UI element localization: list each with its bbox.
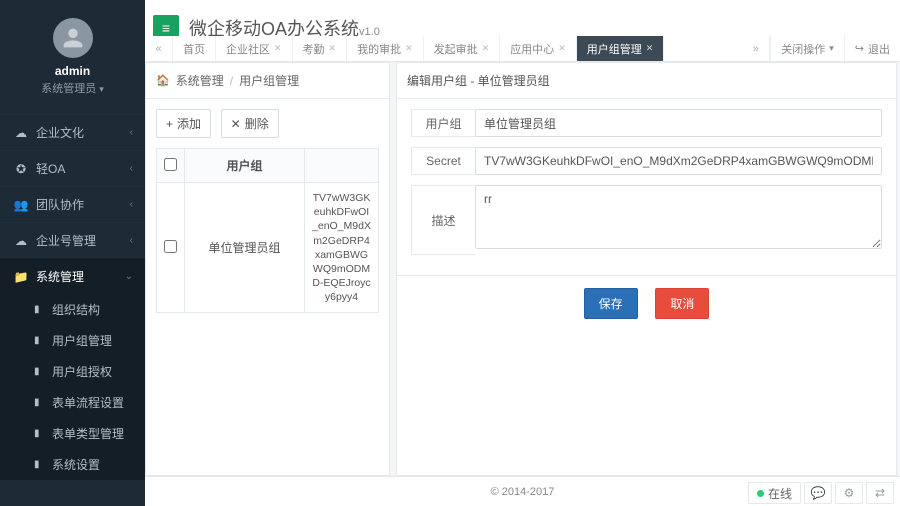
tab-my-approval[interactable]: 我的审批✕ (347, 36, 424, 61)
user-name: admin (0, 64, 145, 78)
chat-button[interactable]: 💬 (804, 482, 832, 504)
tabs-scroll-left[interactable]: « (145, 36, 173, 61)
plus-icon: + (166, 117, 173, 131)
breadcrumb-page: 用户组管理 (239, 72, 299, 89)
close-ops-dropdown[interactable]: 关闭操作▾ (770, 36, 844, 61)
sidebar-subnav: ▮组织结构 ▮用户组管理 ▮用户组授权 ▮表单流程设置 ▮表单类型管理 ▮系统设… (0, 294, 145, 480)
cancel-button[interactable]: 取消 (655, 288, 709, 319)
subnav-org[interactable]: ▮组织结构 (0, 294, 145, 325)
chat-icon: 💬 (811, 486, 826, 500)
close-icon[interactable]: ✕ (558, 43, 566, 54)
desc-textarea[interactable] (475, 185, 882, 249)
cell-secret: TV7wW3GKeuhkDFwOI_enO_M9dXm2GeDRP4xamGBW… (305, 183, 379, 313)
online-status-button[interactable]: 在线 (748, 482, 801, 504)
folder-icon: 📁 (14, 270, 28, 284)
sidebar-item-system[interactable]: 📁 系统管理 ⌄ (0, 258, 145, 294)
sidebar-item-lightoa[interactable]: ✪ 轻OA ‹ (0, 150, 145, 186)
subnav-usergroup-auth[interactable]: ▮用户组授权 (0, 356, 145, 387)
swap-button[interactable]: ⇄ (866, 482, 894, 504)
file-icon: ▮ (34, 459, 46, 470)
subnav-form-type[interactable]: ▮表单类型管理 (0, 418, 145, 449)
close-icon[interactable]: ✕ (482, 43, 490, 54)
sidebar: admin 系统管理员 ▾ ☁ 企业文化 ‹ ✪ 轻OA ‹ 👥 团队协作 ‹ … (0, 0, 145, 506)
group-table: 用户组 单位管理员组 TV7wW3GKeuhkDFwOI_enO_M9dXm2G… (156, 148, 379, 313)
content: 🏠 系统管理 / 用户组管理 + 添加 ✕ 删除 用户组 (145, 62, 900, 476)
breadcrumb: 🏠 系统管理 / 用户组管理 (146, 63, 389, 99)
sidebar-nav: ☁ 企业文化 ‹ ✪ 轻OA ‹ 👥 团队协作 ‹ ☁ 企业号管理 ‹ 📁 系统… (0, 114, 145, 480)
subnav-system-settings[interactable]: ▮系统设置 (0, 449, 145, 480)
user-role: 系统管理员 ▾ (0, 80, 145, 96)
chevron-left-icon: ‹ (130, 127, 133, 138)
edit-panel: 编辑用户组 - 单位管理员组 用户组 Secret 描述 (396, 62, 897, 476)
swap-icon: ⇄ (875, 486, 885, 500)
sidebar-item-label: 系统管理 (36, 268, 125, 285)
sidebar-item-enterprise[interactable]: ☁ 企业号管理 ‹ (0, 222, 145, 258)
tab-community[interactable]: 企业社区✕ (216, 36, 293, 61)
delete-button[interactable]: ✕ 删除 (221, 109, 279, 138)
file-icon: ▮ (34, 366, 46, 377)
row-checkbox[interactable] (164, 240, 177, 253)
avatar[interactable] (53, 18, 93, 58)
subnav-form-flow[interactable]: ▮表单流程设置 (0, 387, 145, 418)
copyright: © 2014-2017 (491, 486, 555, 498)
exit-button[interactable]: ↪退出 (844, 36, 900, 61)
sidebar-item-label: 团队协作 (36, 196, 130, 213)
file-icon: ▮ (34, 397, 46, 408)
secret-input[interactable] (475, 147, 882, 175)
tab-attendance[interactable]: 考勤✕ (293, 36, 348, 61)
chevron-down-icon: ▾ (829, 43, 834, 54)
close-icon[interactable]: ✕ (274, 43, 282, 54)
gear-icon: ✪ (14, 162, 28, 176)
save-button[interactable]: 保存 (584, 288, 638, 319)
chevron-left-icon: ‹ (130, 163, 133, 174)
subnav-usergroup-manage[interactable]: ▮用户组管理 (0, 325, 145, 356)
sidebar-item-label: 轻OA (36, 160, 130, 177)
users-icon: 👥 (14, 198, 28, 212)
x-icon: ✕ (231, 117, 241, 131)
chevron-left-icon: ‹ (130, 199, 133, 210)
sidebar-item-team[interactable]: 👥 团队协作 ‹ (0, 186, 145, 222)
sidebar-item-label: 企业文化 (36, 124, 130, 141)
label-desc: 描述 (411, 185, 475, 255)
close-icon[interactable]: ✕ (329, 43, 337, 54)
status-dot-icon (757, 490, 764, 497)
group-input[interactable] (475, 109, 882, 137)
cell-group: 单位管理员组 (185, 183, 305, 313)
edit-panel-title: 编辑用户组 - 单位管理员组 (397, 63, 896, 99)
sidebar-item-culture[interactable]: ☁ 企业文化 ‹ (0, 114, 145, 150)
sidebar-item-label: 企业号管理 (36, 232, 130, 249)
add-button[interactable]: + 添加 (156, 109, 211, 138)
cloud-icon: ☁ (14, 126, 28, 140)
footer: © 2014-2017 在线 💬 ⚙ ⇄ (145, 476, 900, 506)
tab-usergroup-manage[interactable]: 用户组管理✕ (577, 36, 665, 61)
tabs-row: « 首页 企业社区✕ 考勤✕ 我的审批✕ 发起审批✕ 应用中心✕ 用户组管理✕ … (145, 36, 900, 62)
tab-start-approval[interactable]: 发起审批✕ (424, 36, 501, 61)
select-all-checkbox[interactable] (164, 158, 177, 171)
label-secret: Secret (411, 147, 475, 175)
close-icon[interactable]: ✕ (405, 43, 413, 54)
list-panel: 🏠 系统管理 / 用户组管理 + 添加 ✕ 删除 用户组 (145, 62, 390, 476)
table-row[interactable]: 单位管理员组 TV7wW3GKeuhkDFwOI_enO_M9dXm2GeDRP… (157, 183, 379, 313)
chevron-down-icon: ⌄ (125, 271, 133, 282)
tab-app-center[interactable]: 应用中心✕ (500, 36, 577, 61)
exit-icon: ↪ (855, 42, 864, 55)
tab-home[interactable]: 首页 (173, 36, 216, 61)
home-icon[interactable]: 🏠 (156, 74, 170, 87)
user-icon (59, 24, 87, 52)
user-block: admin 系统管理员 ▾ (0, 0, 145, 106)
breadcrumb-section[interactable]: 系统管理 (176, 72, 224, 89)
file-icon: ▮ (34, 304, 46, 315)
cloud-icon: ☁ (14, 234, 28, 248)
chevron-left-icon: ‹ (130, 235, 133, 246)
close-icon[interactable]: ✕ (646, 43, 654, 54)
label-group: 用户组 (411, 109, 475, 137)
settings-button[interactable]: ⚙ (835, 482, 863, 504)
file-icon: ▮ (34, 428, 46, 439)
menu-icon: ≡ (162, 20, 170, 36)
column-secret (305, 149, 379, 183)
gear-icon: ⚙ (844, 486, 855, 500)
column-group: 用户组 (185, 149, 305, 183)
tabs-scroll-right[interactable]: » (742, 36, 770, 61)
file-icon: ▮ (34, 335, 46, 346)
